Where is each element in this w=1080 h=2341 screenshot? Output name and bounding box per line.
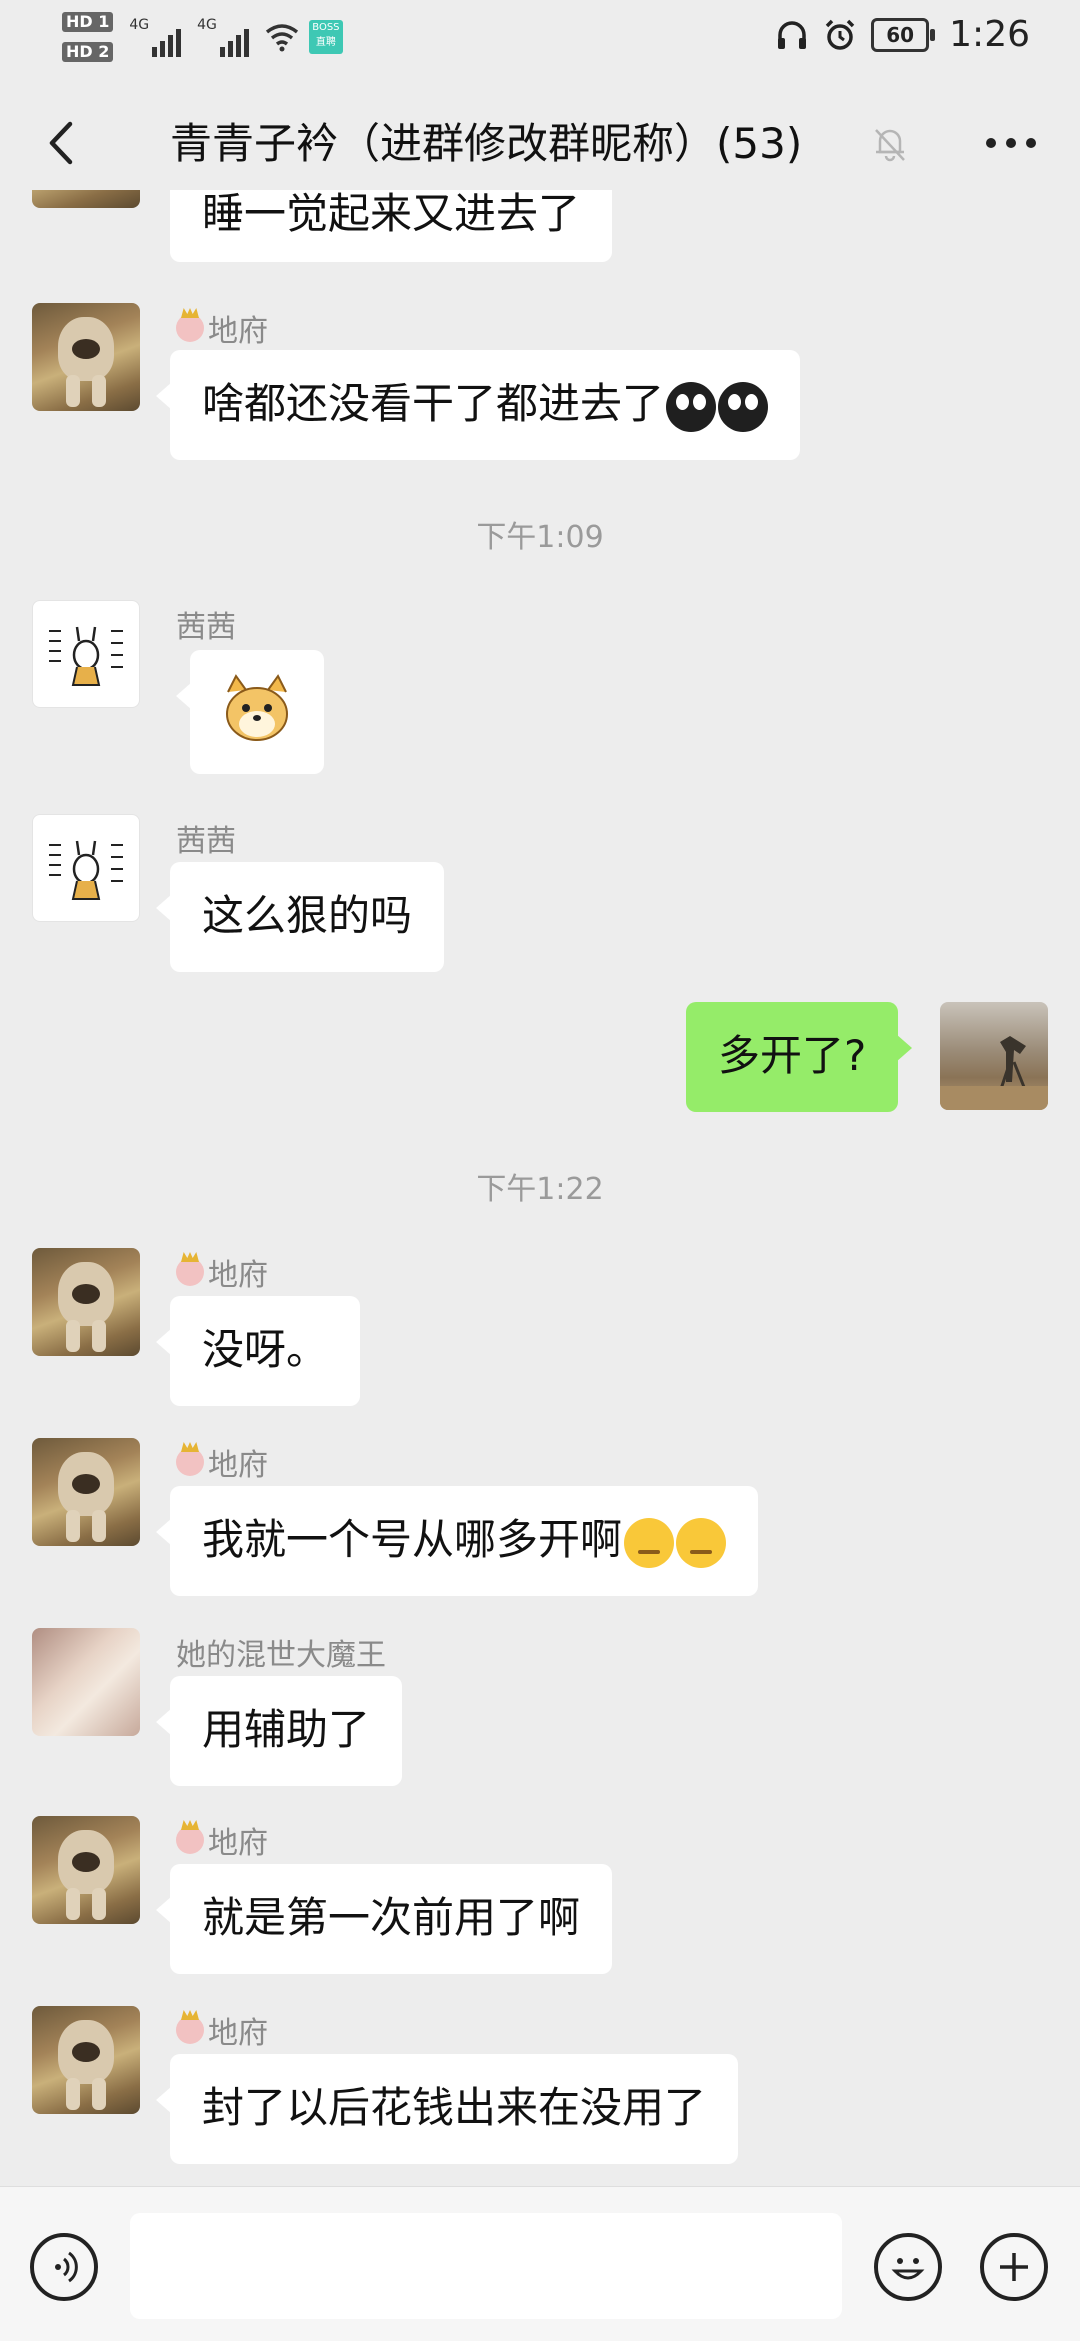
signal-icon: 4G — [129, 17, 182, 57]
sender-name: 茜茜 — [176, 602, 236, 646]
message-text: 我就一个号从哪多开啊 — [202, 1515, 623, 1564]
message-text: 封了以后花钱出来在没用了 — [202, 2083, 707, 2132]
sender-name: 地府 — [176, 1818, 268, 1862]
status-left: HD 1 HD 2 4G 4G BOSS 直聘 — [62, 12, 343, 62]
message-text: 啥都还没看干了都进去了 — [202, 379, 665, 428]
plus-icon[interactable] — [980, 2233, 1048, 2301]
voice-glyph — [55, 2251, 78, 2283]
message-text: 没呀。 — [202, 1325, 329, 1374]
sender-name: 地府 — [176, 1250, 268, 1294]
pensive-emoji-icon — [676, 1517, 727, 1568]
chat-title: 青青子衿（进群修改群昵称）(53) — [170, 119, 803, 168]
message-text: 多开了? — [718, 1031, 867, 1080]
message-bubble[interactable]: 这么狠的吗 — [155, 862, 445, 972]
plus-glyph — [1000, 2253, 1028, 2281]
pensive-emoji-icon — [624, 1517, 675, 1568]
battery-icon: 60 — [871, 17, 936, 52]
message-bubble[interactable]: 封了以后花钱出来在没用了 — [155, 2054, 739, 2164]
emoji-icon[interactable] — [874, 2233, 942, 2301]
wifi-icon — [265, 24, 298, 52]
sender-label: 地府 — [208, 1258, 268, 1293]
hd1-indicator: HD 1 — [62, 12, 114, 32]
avatar[interactable] — [32, 1438, 140, 1546]
doge-sticker-icon — [226, 674, 288, 741]
crown-icon — [176, 314, 204, 342]
crown-icon — [176, 1258, 204, 1286]
crying-emoji-icon — [666, 381, 717, 432]
avatar[interactable] — [32, 600, 140, 708]
mute-bell-icon — [875, 129, 905, 162]
sender-name: 茜茜 — [176, 816, 236, 860]
back-arrow-icon[interactable] — [38, 118, 88, 168]
message-bubble-outgoing[interactable]: 多开了? — [686, 1002, 913, 1112]
avatar[interactable] — [32, 814, 140, 922]
crown-icon — [176, 1826, 204, 1854]
clock: 1:26 — [949, 14, 1030, 55]
avatar[interactable] — [32, 2006, 140, 2114]
timestamp: 下午1:09 — [476, 520, 604, 555]
network-type-1: 4G — [129, 17, 150, 33]
sender-label: 地府 — [208, 2016, 268, 2051]
avatar-self[interactable] — [940, 1002, 1048, 1110]
message-text: 用辅助了 — [202, 1705, 371, 1754]
sender-label: 她的混世大魔王 — [176, 1638, 386, 1673]
crying-emoji-icon — [718, 381, 769, 432]
message-list[interactable]: 睡一觉起来又进去了 地府 啥都还没看干了都进去了 下午1:09 茜茜 茜茜 这么… — [0, 190, 1080, 2190]
headphone-icon — [778, 20, 807, 49]
avatar-illustration — [940, 1036, 1048, 1110]
avatar[interactable] — [32, 1816, 140, 1924]
timestamp: 下午1:22 — [476, 1172, 604, 1207]
avatar-illustration — [49, 840, 123, 900]
more-icon[interactable] — [986, 138, 1036, 148]
message-bubble[interactable]: 睡一觉起来又进去了 — [170, 190, 613, 262]
network-type-2: 4G — [197, 17, 217, 33]
sender-name: 地府 — [176, 1440, 268, 1484]
sender-name: 她的混世大魔王 — [176, 1630, 386, 1674]
avatar[interactable] — [32, 303, 140, 411]
crown-icon — [176, 2016, 204, 2044]
message-text: 这么狠的吗 — [202, 891, 413, 940]
input-bar — [0, 2186, 1080, 2341]
message-input[interactable] — [130, 2213, 842, 2319]
sender-label: 茜茜 — [176, 824, 236, 859]
voice-icon[interactable] — [30, 2233, 98, 2301]
alarm-icon — [825, 19, 855, 50]
sender-label: 茜茜 — [176, 610, 236, 645]
status-bar: HD 1 HD 2 4G 4G BOSS 直聘 60 1:26 — [0, 0, 1080, 80]
message-bubble[interactable]: 就是第一次前用了啊 — [155, 1864, 613, 1974]
avatar-illustration — [49, 626, 123, 686]
avatar[interactable] — [32, 190, 140, 208]
sender-name: 地府 — [176, 2008, 268, 2052]
message-bubble[interactable]: 啥都还没看干了都进去了 — [155, 350, 801, 460]
message-bubble[interactable]: 没呀。 — [155, 1296, 361, 1406]
avatar[interactable] — [32, 1248, 140, 1356]
avatar[interactable] — [32, 1628, 140, 1736]
sender-name: 地府 — [176, 306, 268, 350]
message-text: 就是第一次前用了啊 — [202, 1893, 581, 1942]
crown-icon — [176, 1448, 204, 1476]
emoji-glyph — [891, 2258, 925, 2280]
hd2-indicator: HD 2 — [62, 42, 114, 62]
sender-label: 地府 — [208, 1448, 268, 1483]
message-bubble[interactable]: 用辅助了 — [155, 1676, 403, 1786]
message-text: 睡一觉起来又进去了 — [202, 190, 581, 238]
sender-label: 地府 — [208, 1826, 268, 1861]
sender-label: 地府 — [208, 314, 268, 349]
hd-indicators: HD 1 HD 2 — [62, 12, 114, 62]
status-right: 60 1:26 — [775, 14, 1030, 55]
signal-icon-2: 4G — [197, 17, 249, 57]
sticker-bubble[interactable] — [176, 650, 324, 774]
message-bubble[interactable]: 我就一个号从哪多开啊 — [155, 1486, 759, 1596]
boss-app-badge: BOSS 直聘 — [308, 20, 343, 54]
